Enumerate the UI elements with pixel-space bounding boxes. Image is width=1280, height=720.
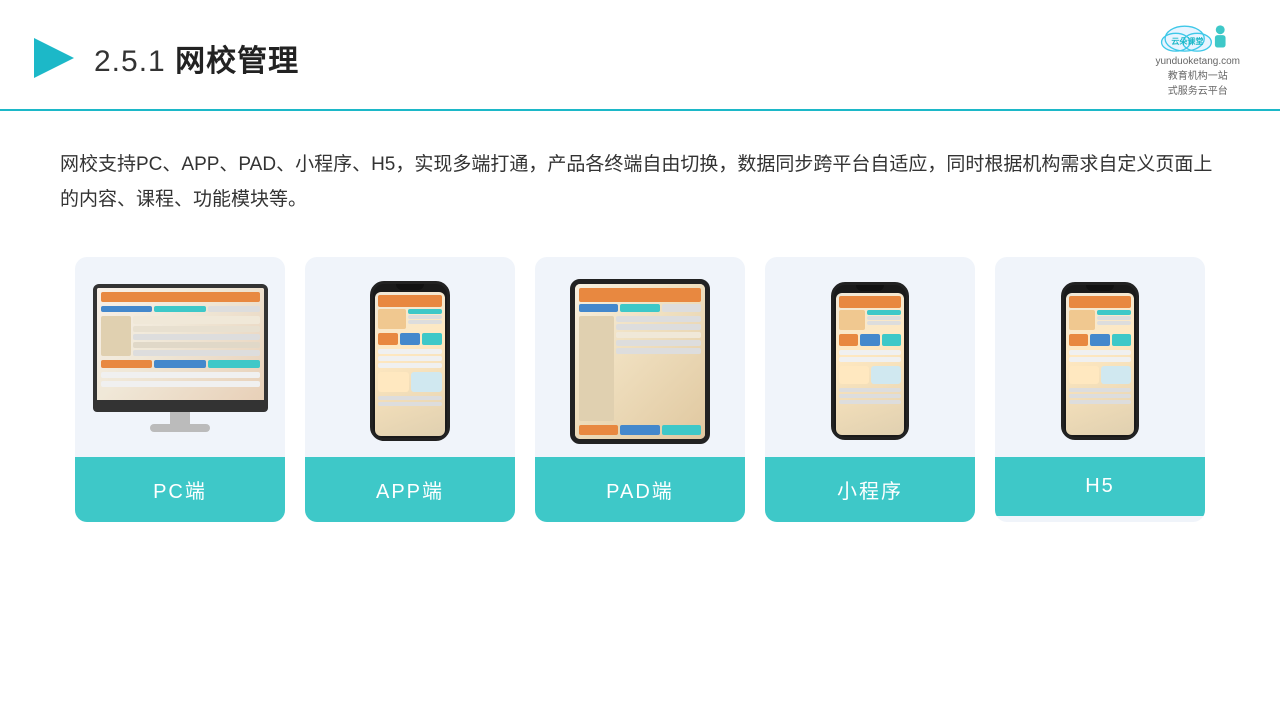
play-icon	[30, 34, 78, 82]
card-pc-label: PC端	[75, 457, 285, 522]
h5-phone-mock	[1061, 282, 1139, 440]
card-miniapp-image	[765, 257, 975, 457]
logo-area: 云朵课堂 yunduoketang.com 教育机构一站 式服务云平台	[1155, 18, 1240, 97]
logo-slogan: 教育机构一站 式服务云平台	[1155, 67, 1240, 97]
card-pad: PAD端	[535, 257, 745, 522]
card-miniapp: 小程序	[765, 257, 975, 522]
logo-icon: 云朵课堂	[1158, 18, 1238, 54]
miniapp-phone-mock	[831, 282, 909, 440]
description-text: 网校支持PC、APP、PAD、小程序、H5，实现多端打通，产品各终端自由切换，数…	[0, 111, 1280, 237]
card-app-image	[305, 257, 515, 457]
card-h5: H5	[995, 257, 1205, 522]
pc-monitor	[93, 284, 268, 439]
title-number: 2.5.1	[94, 45, 166, 78]
header: 2.5.1 网校管理 云朵课堂 yunduoketang.com 教育机构一站 …	[0, 0, 1280, 111]
card-app: APP端	[305, 257, 515, 522]
title-chinese: 网校管理	[175, 45, 299, 78]
pad-mock	[570, 279, 710, 444]
monitor-screen	[93, 284, 268, 404]
card-h5-image	[995, 257, 1205, 457]
card-app-label: APP端	[305, 457, 515, 522]
card-pad-image	[535, 257, 745, 457]
header-left: 2.5.1 网校管理	[30, 34, 299, 82]
card-pad-label: PAD端	[535, 457, 745, 522]
svg-text:云朵课堂: 云朵课堂	[1171, 36, 1203, 46]
card-pc-image	[75, 257, 285, 457]
card-miniapp-label: 小程序	[765, 457, 975, 522]
logo-subtitle: yunduoketang.com 教育机构一站 式服务云平台	[1155, 56, 1240, 97]
app-phone-mock	[370, 281, 450, 441]
page-title: 2.5.1 网校管理	[94, 36, 299, 80]
cards-container: PC端	[0, 237, 1280, 522]
card-h5-label: H5	[995, 457, 1205, 516]
card-pc: PC端	[75, 257, 285, 522]
